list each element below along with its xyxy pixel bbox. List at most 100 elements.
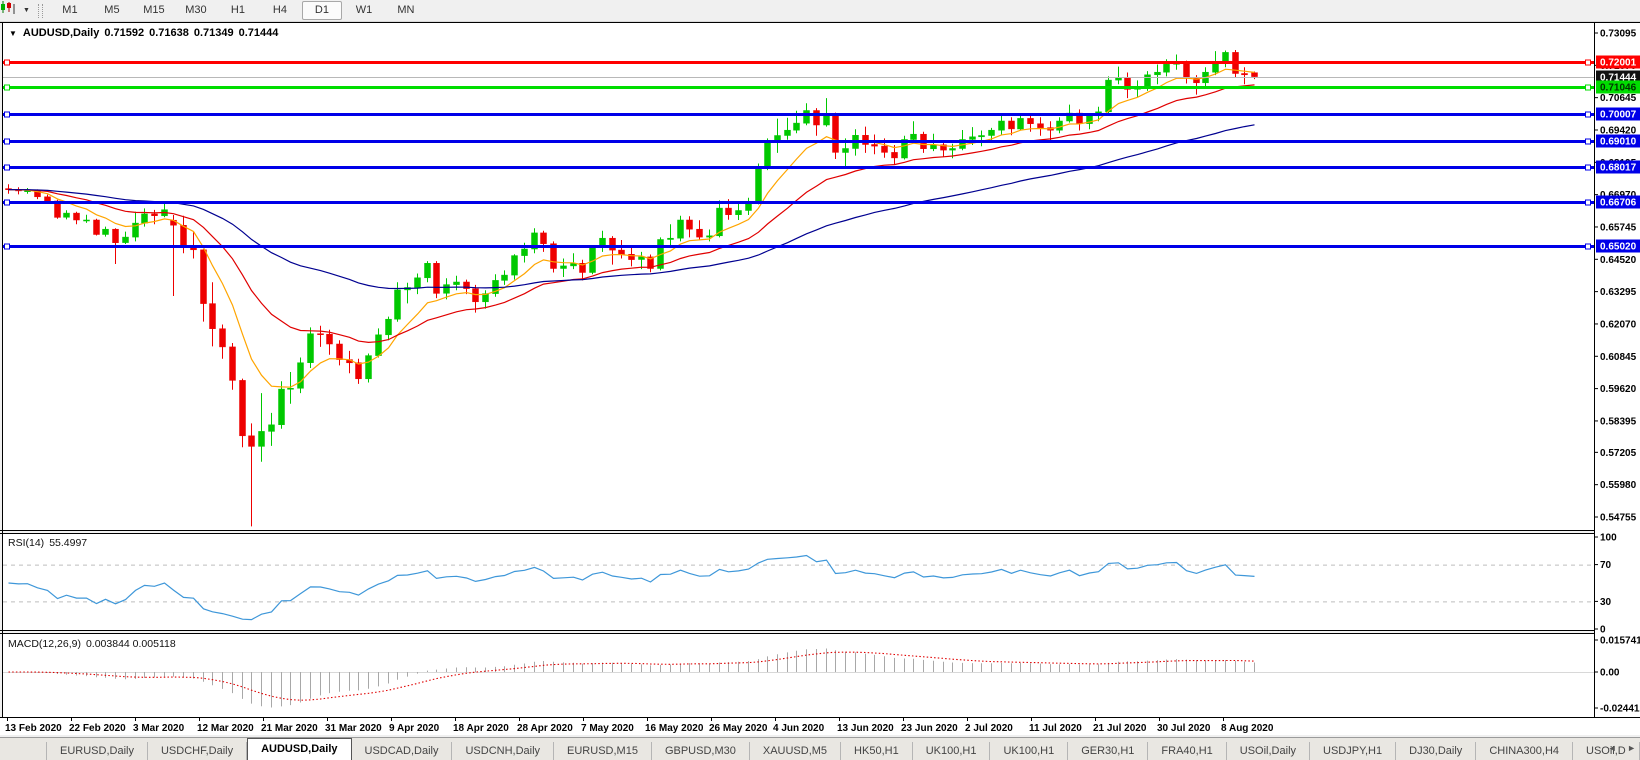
line-handle[interactable] xyxy=(1586,244,1591,249)
chart-tab-xauusd-m5[interactable]: XAUUSD,M5 xyxy=(750,742,841,760)
line-handle[interactable] xyxy=(1586,112,1591,117)
chart-tab-ger30-h1[interactable]: GER30,H1 xyxy=(1068,742,1148,760)
chart-tab-bar: EURUSD,DailyUSDCHF,DailyAUDUSD,DailyUSDC… xyxy=(0,737,1640,760)
price-tick-label: 0.63295 xyxy=(1600,287,1637,298)
date-tick-label: 2 Jul 2020 xyxy=(965,723,1013,734)
ohlc-close: 0.71444 xyxy=(239,27,279,39)
line-handle[interactable] xyxy=(5,200,10,205)
candle xyxy=(94,219,100,236)
ohlc-high: 0.71638 xyxy=(149,27,189,39)
chart-tab-uk100-h1[interactable]: UK100,H1 xyxy=(990,742,1068,760)
date-tick-label: 31 Mar 2020 xyxy=(325,723,382,734)
date-tick-label: 21 Jul 2020 xyxy=(1093,723,1147,734)
chart-menu-icon[interactable]: ▼ xyxy=(9,29,17,38)
macd-tick-label: -0.024412 xyxy=(1600,704,1640,715)
chart-tab-china300-h4[interactable]: CHINA300,H4 xyxy=(1476,742,1573,760)
price-tick-label: 0.54755 xyxy=(1600,513,1637,524)
line-handle[interactable] xyxy=(1586,139,1591,144)
price-tick-label: 0.57205 xyxy=(1600,448,1637,459)
chart-tab-usoil-daily[interactable]: USOil,Daily xyxy=(1227,742,1310,760)
chart-header: ▼AUDUSD,Daily0.715920.716380.713490.7144… xyxy=(9,27,278,39)
rsi-tick-label: 70 xyxy=(1600,560,1612,571)
price-level-chip-label: 0.65020 xyxy=(1600,242,1637,253)
price-tick-label: 0.60845 xyxy=(1600,352,1637,363)
line-handle[interactable] xyxy=(1586,85,1591,90)
chart-tab-hk50-h1[interactable]: HK50,H1 xyxy=(841,742,913,760)
chart-tab-usdcnh-daily[interactable]: USDCNH,Daily xyxy=(452,742,554,760)
chart-tab-usdchf-daily[interactable]: USDCHF,Daily xyxy=(148,742,247,760)
price-tick-label: 0.73095 xyxy=(1600,29,1637,40)
price-level-chip-label: 0.68017 xyxy=(1600,163,1637,174)
price-tick-label: 0.62070 xyxy=(1600,320,1637,331)
macd-values: 0.003844 0.005118 xyxy=(86,638,176,650)
price-tick-label: 0.64520 xyxy=(1600,255,1637,266)
chart-tab-usdjpy-h1[interactable]: USDJPY,H1 xyxy=(1310,742,1396,760)
price-level-chip-label: 0.70007 xyxy=(1600,110,1637,121)
rsi-label: RSI(14) 55.4997 xyxy=(8,537,87,549)
mt4-window: ▼ M1M5M15M30H1H4D1W1MN 0.730950.718700.7… xyxy=(0,0,1640,760)
date-tick-label: 13 Jun 2020 xyxy=(837,723,894,734)
line-handle[interactable] xyxy=(5,112,10,117)
price-tick-label: 0.59620 xyxy=(1600,384,1637,395)
line-handle[interactable] xyxy=(5,244,10,249)
chart-tab-fra40-h1[interactable]: FRA40,H1 xyxy=(1148,742,1226,760)
macd-name: MACD(12,26,9) xyxy=(8,638,81,650)
chart-tab-dj30-daily[interactable]: DJ30,Daily xyxy=(1396,742,1476,760)
chart-tab-eurusd-m15[interactable]: EURUSD,M15 xyxy=(554,742,652,760)
price-level-chip-label: 0.66706 xyxy=(1600,198,1637,209)
date-tick-label: 3 Mar 2020 xyxy=(133,723,185,734)
candle xyxy=(298,358,304,394)
candle xyxy=(833,113,839,159)
price-level-chip-label: 0.69010 xyxy=(1600,137,1637,148)
date-tick-label: 23 Jun 2020 xyxy=(901,723,958,734)
date-tick-label: 9 Apr 2020 xyxy=(389,723,440,734)
date-tick-label: 4 Jun 2020 xyxy=(773,723,825,734)
candle xyxy=(756,164,762,205)
date-tick-label: 11 Jul 2020 xyxy=(1029,723,1082,734)
line-handle[interactable] xyxy=(1586,60,1591,65)
line-handle[interactable] xyxy=(1586,200,1591,205)
chart-canvas: 0.730950.718700.706450.694200.681950.669… xyxy=(0,0,1640,760)
chart-tab-usdcad-daily[interactable]: USDCAD,Daily xyxy=(352,742,453,760)
chart-tab-eurusd-daily[interactable]: EURUSD,Daily xyxy=(46,742,148,760)
macd-tick-label: 0.00 xyxy=(1600,668,1620,679)
line-handle[interactable] xyxy=(1586,165,1591,170)
rsi-tick-label: 100 xyxy=(1600,533,1617,544)
date-tick-label: 22 Feb 2020 xyxy=(69,723,126,734)
candle xyxy=(765,138,771,170)
ohlc-low: 0.71349 xyxy=(194,27,234,39)
rsi-tick-label: 0 xyxy=(1600,625,1606,636)
candle xyxy=(366,354,372,383)
date-tick-label: 13 Feb 2020 xyxy=(5,723,62,734)
macd-label: MACD(12,26,9) 0.003844 0.005118 xyxy=(8,638,176,650)
tab-scroll-controls: ◄ ► xyxy=(1600,743,1636,753)
tab-scroll-right-icon[interactable]: ► xyxy=(1627,743,1636,753)
date-tick-label: 7 May 2020 xyxy=(581,723,634,734)
tab-scroll-left-icon[interactable]: ◄ xyxy=(1608,743,1617,753)
chart-tab-audusd-daily[interactable]: AUDUSD,Daily xyxy=(247,738,351,760)
macd-tick-label: 0.015741 xyxy=(1600,636,1640,647)
line-handle[interactable] xyxy=(5,60,10,65)
price-tick-label: 0.55980 xyxy=(1600,480,1637,491)
date-tick-label: 16 May 2020 xyxy=(645,723,704,734)
date-tick-label: 12 Mar 2020 xyxy=(197,723,254,734)
chart-window-bg xyxy=(2,22,1639,717)
ohlc-open: 0.71592 xyxy=(104,27,144,39)
candle xyxy=(308,327,314,368)
line-handle[interactable] xyxy=(5,139,10,144)
candle xyxy=(902,136,908,160)
price-tick-label: 0.58395 xyxy=(1600,416,1637,427)
date-tick-label: 26 May 2020 xyxy=(709,723,768,734)
line-handle[interactable] xyxy=(5,85,10,90)
rsi-name: RSI(14) xyxy=(8,537,44,549)
chart-tab-gbpusd-m30[interactable]: GBPUSD,M30 xyxy=(652,742,750,760)
date-tick-label: 8 Aug 2020 xyxy=(1221,723,1274,734)
price-tick-label: 0.65745 xyxy=(1600,223,1637,234)
date-tick-label: 30 Jul 2020 xyxy=(1157,723,1211,734)
rsi-value: 55.4997 xyxy=(49,537,87,549)
chart-tab-uk100-h1[interactable]: UK100,H1 xyxy=(913,742,991,760)
candle xyxy=(434,261,440,298)
price-level-chip-label: 0.72001 xyxy=(1600,58,1637,69)
rsi-tick-label: 30 xyxy=(1600,597,1612,608)
line-handle[interactable] xyxy=(5,165,10,170)
